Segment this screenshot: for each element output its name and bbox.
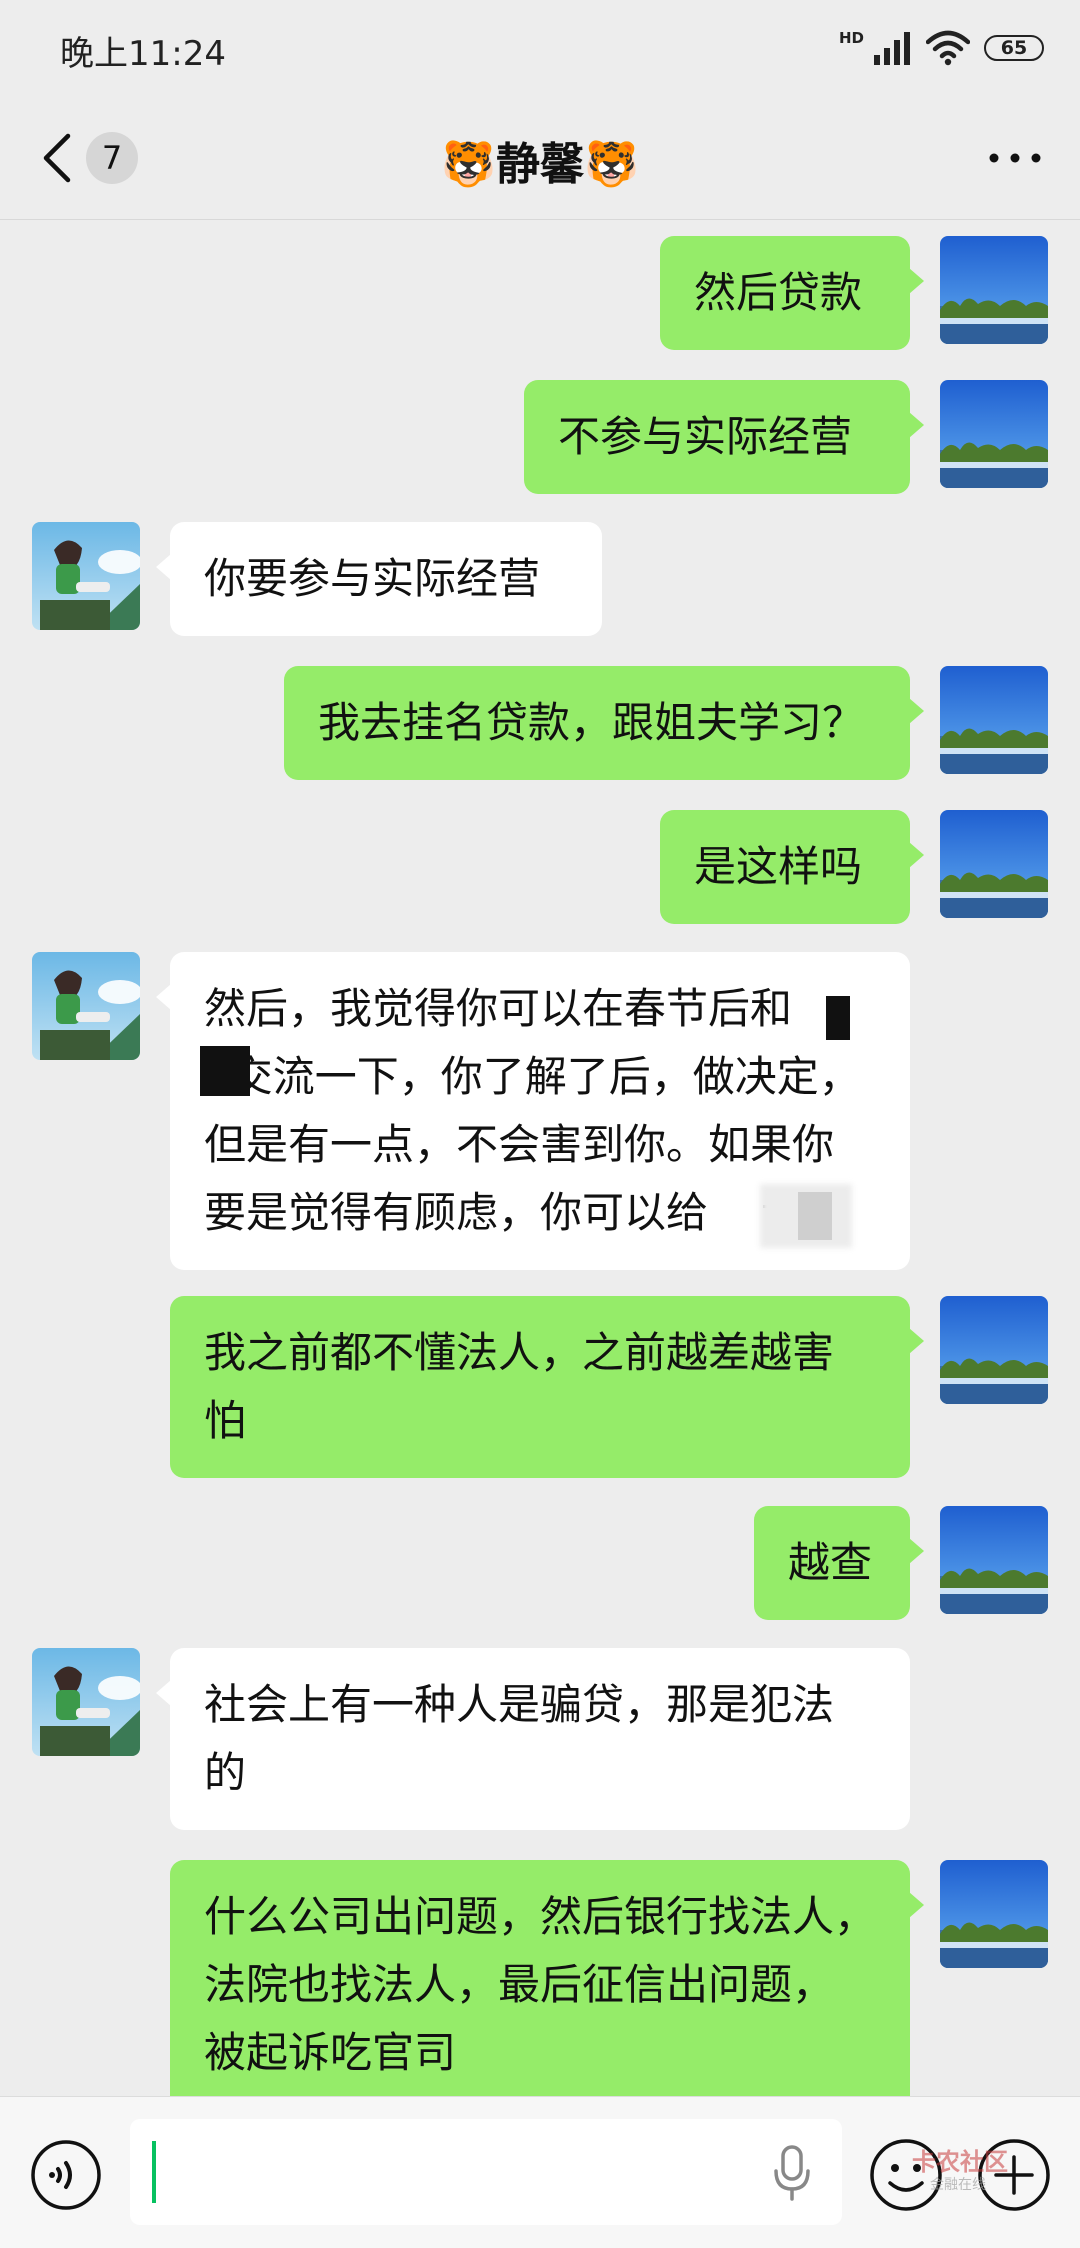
tiger-emoji-left: 🐯 (441, 139, 496, 190)
status-time: 晚上11:24 (60, 34, 226, 74)
message-bubble-received[interactable]: 你要参与实际经营 (156, 522, 602, 636)
redaction-block (200, 1046, 250, 1096)
redaction-block (826, 996, 850, 1040)
my-avatar[interactable] (940, 380, 1048, 488)
message-bubble-sent[interactable]: 然后贷款 (660, 236, 924, 350)
chat-header: 7 🐯静馨🐯 (0, 96, 1080, 220)
message-bubble-sent[interactable]: 越查 (754, 1506, 924, 1620)
message-bubble-sent[interactable]: 什么公司出问题，然后银行找法人， 法院也找法人，最后征信出问题， 被起诉吃官司 (170, 1860, 924, 2096)
voice-icon (31, 2140, 101, 2210)
network-type-label: HD (838, 29, 864, 47)
landscape-avatar-image (940, 1506, 1048, 1614)
watermark-subtext: 金融在线 (930, 2177, 986, 2193)
contact-name: 静馨 (496, 139, 584, 190)
microphone-icon (774, 2145, 810, 2201)
my-avatar[interactable] (940, 1860, 1048, 1968)
landscape-avatar-image (940, 236, 1048, 344)
mic-button[interactable] (768, 2143, 816, 2203)
my-avatar[interactable] (940, 1296, 1048, 1404)
message-text-input[interactable] (130, 2119, 842, 2225)
message-bubble-sent[interactable]: 是这样吗 (660, 810, 924, 924)
more-options-button[interactable] (980, 132, 1050, 184)
status-icons: HD 65 (839, 24, 1044, 72)
status-bar: 晚上11:24 HD 65 (0, 0, 1080, 96)
message-bubble-sent[interactable]: 不参与实际经营 (524, 380, 924, 494)
my-avatar[interactable] (940, 666, 1048, 774)
more-dots-icon (989, 153, 1041, 163)
text-caret (152, 2141, 156, 2203)
landscape-avatar-image (940, 1860, 1048, 1968)
my-avatar[interactable] (940, 810, 1048, 918)
contact-avatar[interactable] (32, 522, 140, 630)
message-list[interactable]: 然后贷款 不参与实际经营 你要参与实际经营 我去挂名贷款，跟姐夫学习？ 是这样吗… (0, 220, 1080, 2096)
message-bubble-sent[interactable]: 我之前都不懂法人，之前越差越害 怕 (170, 1296, 924, 1478)
message-bubble-sent[interactable]: 我去挂名贷款，跟姐夫学习？ (284, 666, 924, 780)
contact-avatar[interactable] (32, 1648, 140, 1756)
message-bubble-received[interactable]: 社会上有一种人是骗贷，那是犯法 的 (156, 1648, 910, 1830)
landscape-avatar-image (940, 666, 1048, 774)
my-avatar[interactable] (940, 236, 1048, 344)
wifi-icon (926, 30, 970, 66)
redaction-block (798, 1192, 832, 1240)
my-avatar[interactable] (940, 1506, 1048, 1614)
landscape-avatar-image (940, 380, 1048, 488)
landscape-avatar-image (940, 1296, 1048, 1404)
chat-title: 🐯静馨🐯 (0, 128, 1080, 192)
voice-mode-button[interactable] (30, 2139, 102, 2211)
landscape-avatar-image (940, 810, 1048, 918)
signal-icon (874, 32, 910, 65)
battery-indicator: 65 (984, 35, 1044, 61)
watermark-text: 卡农社区 (912, 2148, 1008, 2176)
tiger-emoji-right: 🐯 (584, 139, 639, 190)
anime-girl-avatar-image (32, 952, 140, 1060)
anime-girl-avatar-image (32, 522, 140, 630)
contact-avatar[interactable] (32, 952, 140, 1060)
anime-girl-avatar-image (32, 1648, 140, 1756)
